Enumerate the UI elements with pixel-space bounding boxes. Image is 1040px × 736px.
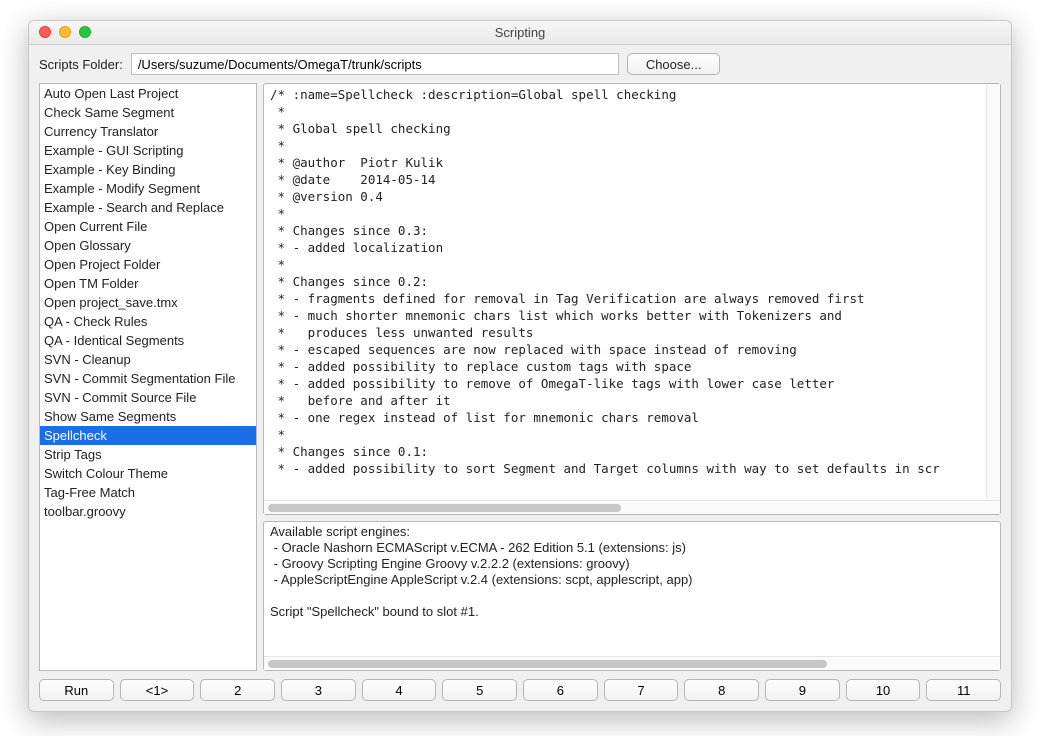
titlebar: Scripting [29,21,1011,45]
run-button[interactable]: Run [39,679,114,701]
slot-button-4[interactable]: 4 [362,679,437,701]
editor-horizontal-scrollbar[interactable] [264,500,1000,514]
script-list-item[interactable]: QA - Check Rules [40,312,256,331]
output-panel: Available script engines: - Oracle Nasho… [263,521,1001,671]
script-list-item[interactable]: Example - Key Binding [40,160,256,179]
editor-vertical-scrollbar[interactable] [986,84,1000,500]
button-row: Run <1>23456789 1011 [29,671,1011,711]
slot-button-1[interactable]: <1> [120,679,195,701]
slot-button-3[interactable]: 3 [281,679,356,701]
script-editor[interactable]: /* :name=Spellcheck :description=Global … [264,84,1000,500]
scripts-folder-label: Scripts Folder: [39,57,123,72]
right-column: /* :name=Spellcheck :description=Global … [263,83,1001,671]
script-list-item[interactable]: Spellcheck [40,426,256,445]
toolbar: Scripts Folder: Choose... [29,45,1011,83]
script-list-item[interactable]: Open Glossary [40,236,256,255]
script-list-item[interactable]: Tag-Free Match [40,483,256,502]
script-list-item[interactable]: SVN - Commit Segmentation File [40,369,256,388]
slot-button-6[interactable]: 6 [523,679,598,701]
zoom-icon[interactable] [79,26,91,38]
script-list-item[interactable]: QA - Identical Segments [40,331,256,350]
script-list-item[interactable]: SVN - Commit Source File [40,388,256,407]
script-list[interactable]: Auto Open Last ProjectCheck Same Segment… [39,83,257,671]
output-horizontal-scrollbar[interactable] [264,656,1000,670]
script-list-item[interactable]: Open TM Folder [40,274,256,293]
slot-button-9[interactable]: 9 [765,679,840,701]
output-console[interactable]: Available script engines: - Oracle Nasho… [264,522,1000,656]
window-title: Scripting [29,25,1011,40]
script-list-item[interactable]: Open Current File [40,217,256,236]
script-list-item[interactable]: Switch Colour Theme [40,464,256,483]
script-list-item[interactable]: Open project_save.tmx [40,293,256,312]
script-list-item[interactable]: Show Same Segments [40,407,256,426]
script-list-item[interactable]: Example - GUI Scripting [40,141,256,160]
close-icon[interactable] [39,26,51,38]
scrollbar-thumb[interactable] [268,660,827,668]
script-editor-panel: /* :name=Spellcheck :description=Global … [263,83,1001,515]
slot-button-11[interactable]: 11 [926,679,1001,701]
script-list-item[interactable]: Open Project Folder [40,255,256,274]
script-list-item[interactable]: Example - Modify Segment [40,179,256,198]
script-list-item[interactable]: SVN - Cleanup [40,350,256,369]
script-list-item[interactable]: Check Same Segment [40,103,256,122]
script-list-item[interactable]: toolbar.groovy [40,502,256,521]
script-list-item[interactable]: Auto Open Last Project [40,84,256,103]
slot-button-7[interactable]: 7 [604,679,679,701]
main-split: Auto Open Last ProjectCheck Same Segment… [29,83,1011,671]
minimize-icon[interactable] [59,26,71,38]
slot-button-2[interactable]: 2 [200,679,275,701]
scripting-window: Scripting Scripts Folder: Choose... Auto… [28,20,1012,712]
script-list-item[interactable]: Currency Translator [40,122,256,141]
scripts-folder-input[interactable] [131,53,619,75]
slot-button-5[interactable]: 5 [442,679,517,701]
script-list-item[interactable]: Example - Search and Replace [40,198,256,217]
script-list-item[interactable]: Strip Tags [40,445,256,464]
scrollbar-thumb[interactable] [268,504,621,512]
choose-button[interactable]: Choose... [627,53,721,75]
traffic-lights [39,26,91,38]
slot-button-10[interactable]: 10 [846,679,921,701]
slot-button-8[interactable]: 8 [684,679,759,701]
